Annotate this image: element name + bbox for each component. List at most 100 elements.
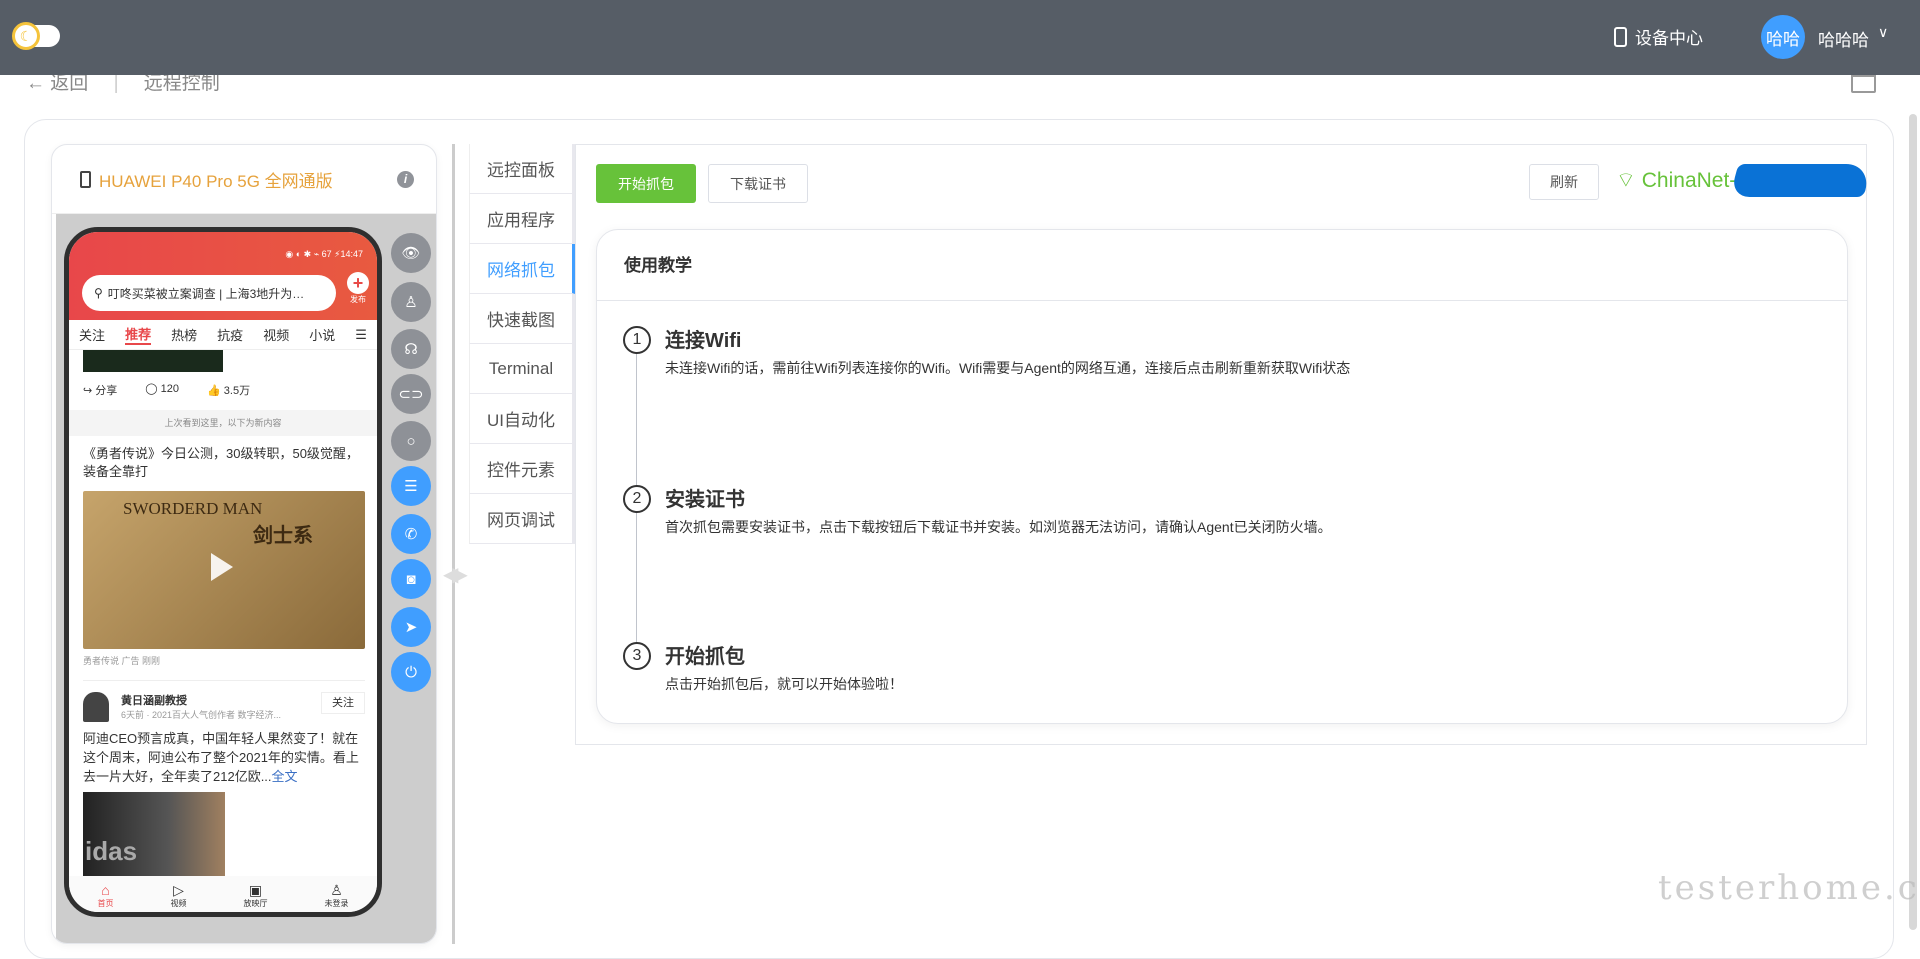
- wifi-icon: ⌔: [1616, 169, 1636, 192]
- app-tab[interactable]: 小说: [309, 325, 335, 344]
- menu-icon[interactable]: ☰: [355, 327, 367, 343]
- refresh-button[interactable]: 刷新: [1529, 164, 1599, 200]
- nav-profile[interactable]: ♙ 未登录: [325, 876, 349, 912]
- game-ad-image[interactable]: SWORDERD MAN 剑士系: [83, 491, 365, 649]
- tab-7[interactable]: 网页调试: [469, 494, 575, 544]
- app-search-bar[interactable]: ⚲ 叮咚买菜被立案调查 | 上海3地升为…: [82, 275, 336, 311]
- phone-button[interactable]: ✆: [391, 514, 431, 554]
- wifi-name: ChinaNet-7: [1641, 169, 1748, 192]
- follow-button[interactable]: 关注: [321, 692, 365, 714]
- tab-2[interactable]: 网络抓包: [469, 244, 575, 294]
- step-number: 3: [623, 642, 651, 670]
- camera-button[interactable]: ◙: [391, 559, 431, 599]
- search-icon: ○: [406, 432, 416, 450]
- feed-actions: ↪ 分享 ◯ 120 👍 3.5万: [83, 382, 373, 398]
- status-bar: ◉ ◐ ✱ ⌁ 67 ⚡14:47: [285, 249, 363, 259]
- new-content-band: 上次看到这里，以下为新内容: [69, 410, 377, 436]
- user-button[interactable]: ♙: [391, 282, 431, 322]
- app-tab-active[interactable]: 推荐: [125, 324, 152, 345]
- nav-video[interactable]: ▷ 视频: [171, 876, 187, 912]
- author-sub: 6天前 · 2021百大人气创作者 数字经济...: [121, 710, 282, 720]
- tab-4[interactable]: Terminal: [469, 344, 575, 394]
- breadcrumb-separator: |: [113, 73, 119, 94]
- search-button[interactable]: ○: [391, 421, 431, 461]
- phone-icon: [80, 170, 91, 188]
- search-icon: ⚲: [94, 286, 103, 300]
- feed-image: [83, 350, 223, 372]
- location-icon: ➤: [404, 619, 418, 636]
- plus-icon: +: [347, 272, 369, 294]
- step-title: 开始抓包: [665, 646, 745, 668]
- power-icon: ⏻: [405, 663, 417, 681]
- back-link[interactable]: ← 返回: [26, 73, 88, 94]
- username[interactable]: 哈哈哈: [1818, 26, 1869, 51]
- moon-icon: ☾: [12, 22, 40, 50]
- step-title: 连接Wifi: [665, 330, 742, 352]
- step-number: 2: [623, 485, 651, 513]
- post-body[interactable]: 阿迪CEO预言成真，中国年轻人果然变了！就在这个周末，阿迪公布了整个2021年的…: [83, 729, 368, 786]
- step-desc: 点击开始抓包后，就可以开始体验啦！: [665, 676, 903, 692]
- app-tab[interactable]: 视频: [263, 325, 289, 344]
- headset-button[interactable]: ☊: [391, 329, 431, 369]
- like-button[interactable]: 👍 3.5万: [207, 382, 250, 398]
- info-icon[interactable]: i: [397, 171, 414, 188]
- panel-splitter[interactable]: [452, 144, 455, 944]
- tab-5[interactable]: UI自动化: [469, 394, 575, 444]
- author-name[interactable]: 黄日涵副教授: [121, 692, 187, 708]
- comment-button[interactable]: ◯ 120: [145, 382, 179, 398]
- full-text-link[interactable]: 全文: [272, 769, 298, 784]
- app-tab[interactable]: 抗疫: [217, 325, 243, 344]
- app-bottom-nav: ⌂ 首页 ▷ 视频 ▣ 放映厅 ♙ 未登录: [69, 876, 377, 912]
- publish-label: 发布: [350, 295, 366, 304]
- headset-icon: ☊: [404, 341, 418, 358]
- theme-toggle[interactable]: ☾: [12, 22, 60, 50]
- publish-button[interactable]: + 发布: [347, 272, 369, 305]
- avatar[interactable]: 哈哈: [1761, 15, 1805, 59]
- play-icon[interactable]: [211, 553, 233, 581]
- nav-home[interactable]: ⌂ 首页: [98, 876, 114, 912]
- post-image: idas: [83, 792, 225, 876]
- tutorial-card: 使用教学 1 连接Wifi 未连接Wifi的话，需前往Wifi列表连接你的Wifi。…: [596, 229, 1848, 724]
- app-tab[interactable]: 关注: [79, 325, 105, 344]
- share-button[interactable]: ↪ 分享: [83, 382, 117, 398]
- search-text: 叮咚买菜被立案调查 | 上海3地升为…: [107, 286, 305, 301]
- author-avatar[interactable]: [83, 692, 109, 722]
- watermark: testerhome.com: [1658, 868, 1920, 908]
- play-icon: ▷: [173, 882, 184, 898]
- game-logo-text: SWORDERD MAN: [123, 499, 263, 518]
- tab-3[interactable]: 快速截图: [469, 294, 575, 344]
- step-desc: 首次抓包需要安装证书，点击下载按钮后下载证书并安装。如浏览器无法访问，请确认Ag…: [665, 519, 1332, 535]
- eye-button[interactable]: 👁: [391, 233, 431, 273]
- download-cert-button[interactable]: 下载证书: [708, 164, 808, 203]
- article-title[interactable]: 《勇者传说》今日公测，30级转职，50级觉醒，装备全靠打: [83, 445, 368, 481]
- game-class-text: 剑士系: [253, 525, 313, 547]
- user-icon: ♙: [330, 882, 343, 898]
- link-button[interactable]: ⊂⊃: [391, 374, 431, 414]
- feature-tabs: 远控面板 应用程序 网络抓包 快速截图 Terminal UI自动化 控件元素 网页调试: [469, 144, 575, 544]
- device-name: HUAWEI P40 Pro 5G 全网通版: [99, 171, 333, 191]
- sliders-icon: ☰: [404, 478, 418, 495]
- chevron-down-icon[interactable]: ∨: [1878, 24, 1888, 41]
- author-row: 黄日涵副教授 6天前 · 2021百大人气创作者 数字经济... 关注: [83, 690, 365, 724]
- start-capture-button[interactable]: 开始抓包: [596, 164, 696, 203]
- page-scrollbar[interactable]: [1909, 114, 1917, 930]
- location-button[interactable]: ➤: [391, 607, 431, 647]
- collapse-arrows-icon[interactable]: ◀▶: [443, 562, 468, 587]
- tab-0[interactable]: 远控面板: [469, 144, 575, 194]
- wifi-status: ⌔ ChinaNet-7: [1616, 168, 1748, 194]
- phone-screen[interactable]: ◉ ◐ ✱ ⌁ 67 ⚡14:47 ⚲ 叮咚买菜被立案调查 | 上海3地升为… +…: [64, 227, 382, 917]
- camera-icon: ◙: [406, 570, 416, 588]
- device-center-link[interactable]: 设备中心: [1614, 24, 1703, 49]
- tab-6[interactable]: 控件元素: [469, 444, 575, 494]
- device-center-label: 设备中心: [1635, 29, 1703, 48]
- tab-1[interactable]: 应用程序: [469, 194, 575, 244]
- app-tab[interactable]: 热榜: [171, 325, 197, 344]
- app-tabs: 关注 推荐 热榜 抗疫 视频 小说 ☰: [69, 320, 377, 350]
- home-icon: ⌂: [101, 882, 110, 898]
- nav-theater[interactable]: ▣ 放映厅: [244, 876, 268, 912]
- power-button[interactable]: ⏻: [391, 652, 431, 692]
- step-desc: 未连接Wifi的话，需前往Wifi列表连接你的Wifi。Wifi需要与Agent…: [665, 360, 1351, 376]
- redaction-scribble: [1729, 164, 1873, 197]
- sliders-button[interactable]: ☰: [391, 466, 431, 506]
- page-title: 远程控制: [143, 73, 220, 94]
